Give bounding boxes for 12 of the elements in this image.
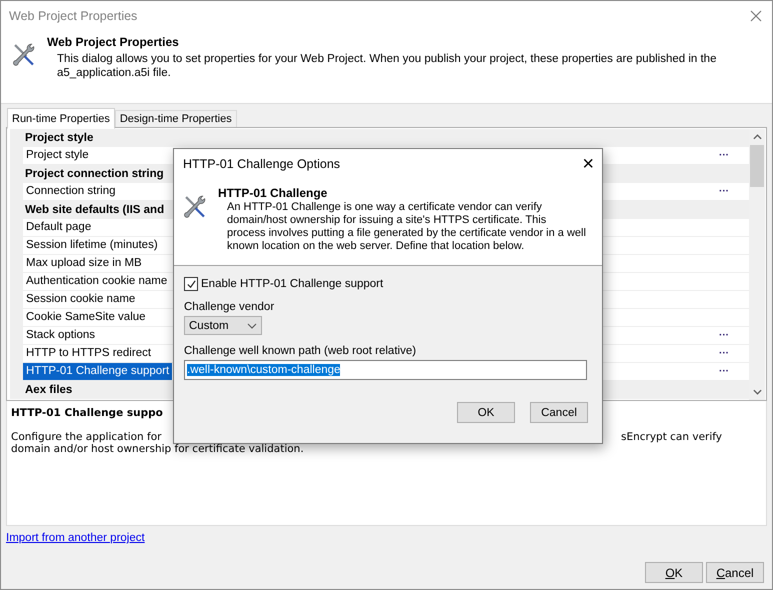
window-title: Web Project Properties [9, 9, 138, 23]
dialog-description: An HTTP-01 Challenge is one way a certificate vendor can verify domain/host ownership for issuing a site's HTTPS certificate. This process involves putting a file generated by the certificate vendor in a well known location on the web server. Define that location below. [226, 201, 587, 253]
header-title: Web Project Properties [47, 35, 180, 49]
field-label: Challenge vendor [184, 301, 274, 313]
field-label: Challenge well known path (web root relative) [184, 345, 416, 357]
description-text: Configure the application for [11, 431, 162, 443]
description-title: HTTP-01 Challenge suppo [11, 407, 163, 419]
description-text: sEncrypt can verify [620, 431, 722, 443]
header-description: This dialog allows you to set properties for your Web Project. When you publish your project, these properties are published in the a5_application.a5i file. [56, 52, 718, 80]
description-text: domain and/or host ownership for certificate validation. [11, 443, 305, 455]
dialog-heading: HTTP-01 Challenge [218, 186, 328, 200]
dialog-title: HTTP-01 Challenge Options [183, 157, 340, 171]
